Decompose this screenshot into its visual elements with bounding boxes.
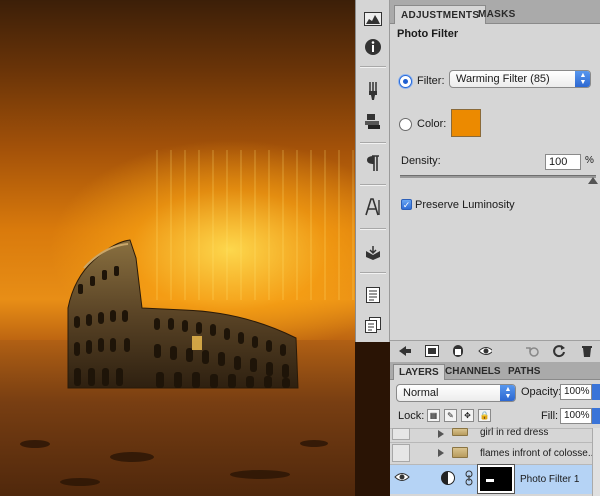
previous-state-icon[interactable]	[525, 344, 539, 358]
info-icon[interactable]	[360, 34, 386, 60]
fill-input[interactable]: 100%	[560, 408, 592, 424]
trash-icon[interactable]	[580, 344, 594, 358]
opacity-input[interactable]: 100%	[560, 384, 592, 400]
clone-source-icon[interactable]	[360, 108, 386, 134]
fill-arrow-icon[interactable]	[592, 408, 600, 424]
actions-icon[interactable]	[360, 240, 386, 266]
layer-name[interactable]: Photo Filter 1	[520, 474, 579, 485]
lock-label: Lock:	[398, 410, 425, 422]
tab-channels[interactable]: CHANNELS	[440, 364, 506, 380]
lock-transparent-icon[interactable]: ▦	[427, 409, 440, 422]
filter-radio[interactable]	[399, 75, 412, 88]
select-arrows-icon: ▲ ▼	[500, 385, 515, 401]
lock-move-icon[interactable]: ✥	[461, 409, 474, 422]
density-input[interactable]: 100	[545, 154, 581, 170]
filter-select[interactable]: Warming Filter (85) ▲ ▼	[449, 70, 591, 88]
ground-rock	[110, 452, 154, 462]
lock-brush-icon[interactable]: ✎	[444, 409, 457, 422]
ground-rock	[60, 478, 100, 486]
adjustments-panel: ADJUSTMENTS MASKS Photo Filter	[390, 0, 600, 362]
select-arrows-icon: ▲ ▼	[575, 71, 590, 87]
fill-label: Fill:	[541, 410, 559, 422]
blend-mode-select[interactable]: Normal ▲ ▼	[396, 384, 516, 402]
tab-layers[interactable]: LAYERS	[393, 364, 445, 380]
color-label: Color:	[417, 118, 447, 130]
tab-masks[interactable]: MASKS	[472, 5, 522, 24]
adjustments-tabbar: ADJUSTMENTS MASKS	[390, 0, 600, 24]
layer-name[interactable]: flames infront of colosse...	[480, 448, 596, 459]
preserve-luminosity-label: Preserve Luminosity	[415, 199, 515, 211]
density-slider-track[interactable]	[400, 175, 596, 178]
mask-link-icon[interactable]	[464, 470, 474, 489]
ground-rock	[20, 440, 50, 448]
tab-paths[interactable]: PATHS	[503, 364, 545, 380]
character-icon[interactable]	[360, 194, 386, 220]
folder-icon	[452, 428, 468, 436]
blend-mode-value: Normal	[403, 387, 439, 399]
dock-divider	[360, 272, 386, 274]
layer-comps-icon[interactable]	[360, 312, 386, 338]
layer-visibility-toggle[interactable]	[392, 444, 410, 462]
layer-name[interactable]: girl in red dress	[480, 428, 548, 438]
reset-icon[interactable]	[552, 344, 566, 358]
panel-icon-dock	[355, 0, 390, 342]
visibility-eye-icon[interactable]	[394, 472, 410, 485]
standard-view-icon[interactable]	[425, 344, 439, 358]
color-radio[interactable]	[399, 118, 412, 131]
dock-divider	[360, 228, 386, 230]
group-expand-icon[interactable]	[438, 449, 444, 457]
mask-shape	[486, 479, 494, 482]
histogram-icon[interactable]	[360, 6, 386, 32]
dock-divider	[360, 66, 386, 68]
dock-divider	[360, 142, 386, 144]
back-arrow-icon[interactable]	[398, 344, 412, 358]
folder-icon	[452, 447, 468, 458]
ground-rock	[230, 470, 290, 479]
visibility-eye-icon[interactable]	[478, 344, 492, 358]
preserve-luminosity-checkbox[interactable]: ✓	[401, 199, 412, 210]
layer-mask-thumbnail[interactable]	[477, 464, 515, 494]
dock-divider	[360, 184, 386, 186]
filter-select-value: Warming Filter (85)	[456, 73, 550, 85]
color-swatch[interactable]	[451, 109, 481, 137]
clip-to-layer-icon[interactable]	[451, 344, 465, 358]
filter-label: Filter:	[417, 75, 445, 87]
density-unit: %	[585, 155, 594, 166]
layer-visibility-toggle[interactable]	[392, 428, 410, 440]
density-slider-thumb[interactable]	[588, 177, 598, 184]
brush-presets-icon[interactable]	[360, 78, 386, 104]
colosseum-image	[67, 239, 299, 389]
density-label: Density:	[401, 155, 441, 167]
paragraph-icon[interactable]	[360, 150, 386, 176]
document-canvas[interactable]	[0, 0, 355, 496]
adjustments-footer	[390, 340, 600, 362]
adjustment-layer-icon	[440, 470, 456, 489]
opacity-label: Opacity:	[521, 386, 562, 398]
lock-all-icon[interactable]: 🔒	[478, 409, 491, 422]
adjustment-title: Photo Filter	[397, 28, 459, 40]
group-expand-icon[interactable]	[438, 430, 444, 438]
ground-rock	[300, 440, 328, 447]
opacity-arrow-icon[interactable]	[592, 384, 600, 400]
layers-scrollbar[interactable]	[592, 428, 600, 496]
notes-icon[interactable]	[360, 282, 386, 308]
